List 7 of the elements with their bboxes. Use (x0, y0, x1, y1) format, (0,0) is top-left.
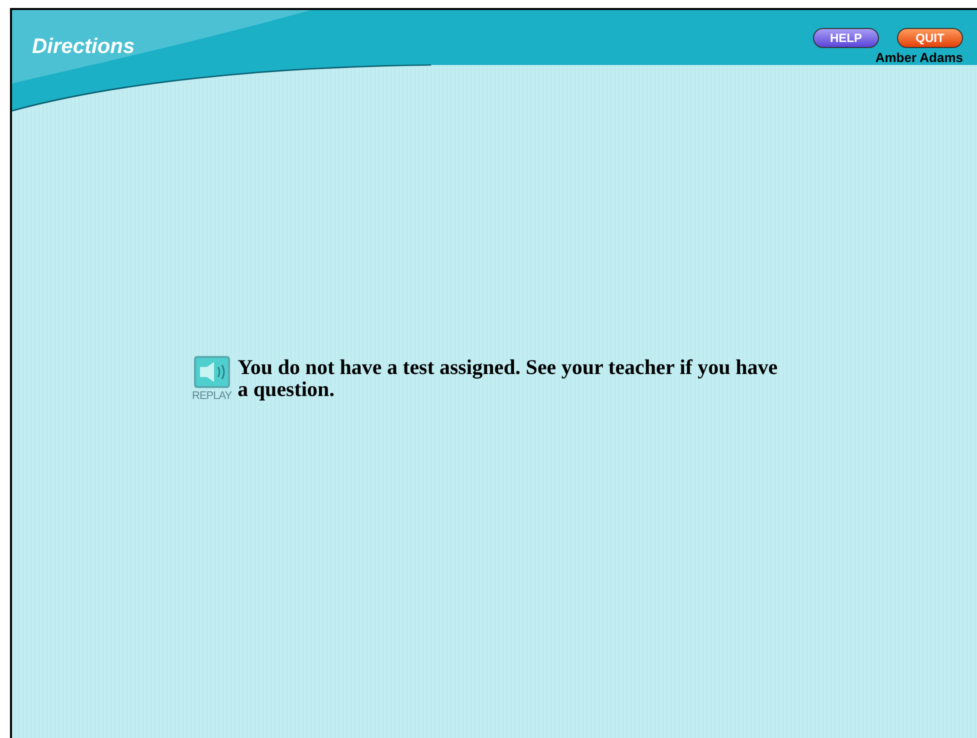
speaker-icon (194, 356, 230, 388)
replay-button[interactable]: REPLAY (192, 356, 232, 402)
message-text: You do not have a test assigned. See your teacher if you have a question. (238, 356, 778, 400)
user-name: Amber Adams (875, 50, 963, 65)
help-button[interactable]: HELP (813, 28, 879, 48)
quit-button[interactable]: QUIT (897, 28, 963, 48)
page-title: Directions (32, 35, 135, 59)
